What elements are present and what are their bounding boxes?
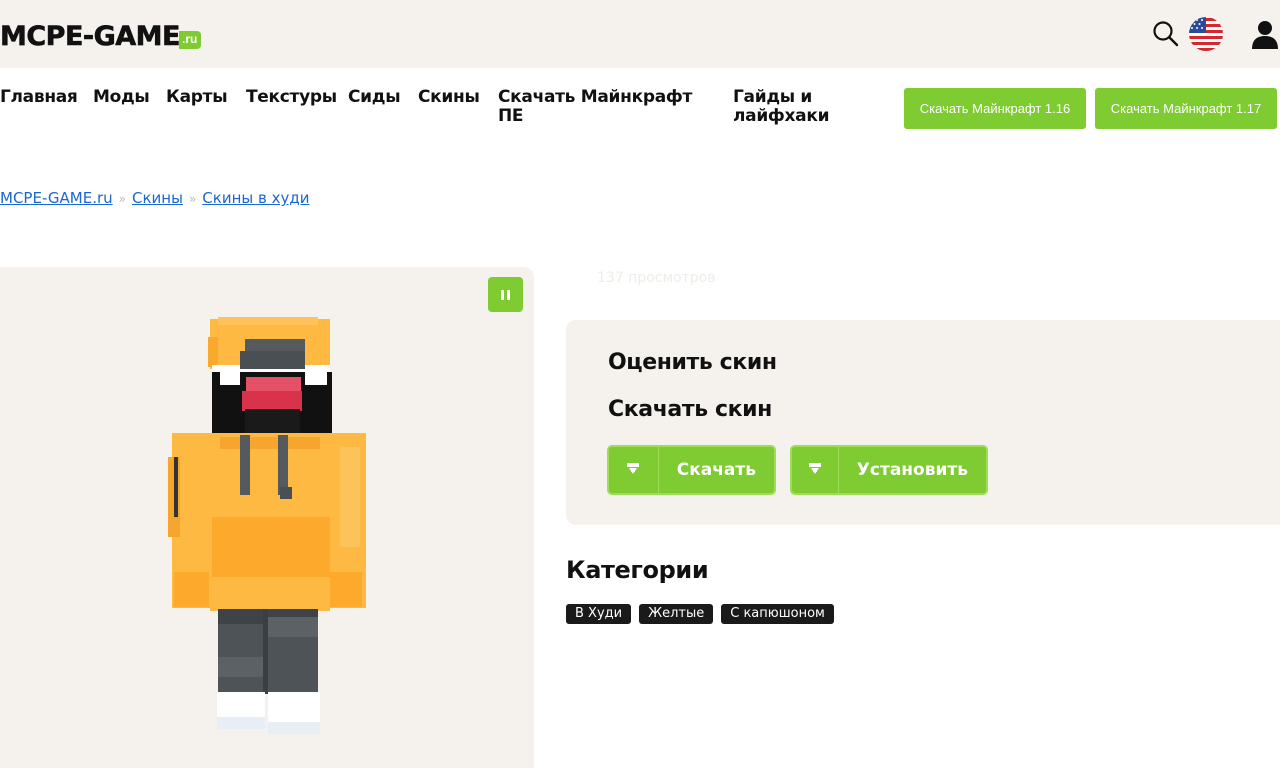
nav-item-maps[interactable]: Карты xyxy=(166,88,228,107)
pause-bar xyxy=(507,289,510,300)
download-1-17-button[interactable]: Скачать Майнкрафт 1.17 xyxy=(1095,88,1277,129)
site-logo[interactable]: MCPE-GAME .ru xyxy=(0,18,202,52)
breadcrumb-home[interactable]: MCPE-GAME.ru xyxy=(0,189,113,207)
logo-suffix: .ru xyxy=(179,31,202,49)
nav-item-textures[interactable]: Текстуры xyxy=(246,88,337,107)
search-icon[interactable] xyxy=(1152,20,1180,48)
nav-item-home[interactable]: Главная xyxy=(0,88,78,107)
download-button-label: Скачать xyxy=(676,460,756,480)
pause-bar xyxy=(501,289,504,300)
download-skin-title: Скачать скин xyxy=(608,397,772,422)
breadcrumb-hoodie-skins[interactable]: Скины в худи xyxy=(202,189,309,207)
skin-3d-model[interactable] xyxy=(160,317,370,747)
user-icon[interactable] xyxy=(1250,19,1280,49)
category-tags: В Худи Желтые С капюшоном xyxy=(566,604,834,624)
categories-title: Категории xyxy=(566,556,709,584)
pause-icon[interactable] xyxy=(488,277,523,312)
rate-skin-title: Оценить скин xyxy=(608,350,777,375)
download-1-16-button[interactable]: Скачать Майнкрафт 1.16 xyxy=(904,88,1086,129)
download-arrow-icon xyxy=(609,447,659,493)
download-button[interactable]: Скачать xyxy=(607,445,776,495)
nav-item-guides[interactable]: Гайды и лайфхаки xyxy=(733,88,843,126)
breadcrumb-separator: » xyxy=(118,192,126,206)
main-nav: Главная Моды Карты Текстуры Сиды Скины С… xyxy=(0,88,1280,138)
breadcrumb-skins[interactable]: Скины xyxy=(132,189,183,207)
logo-text: MCPE-GAME xyxy=(0,21,181,52)
skin-actions-card: Оценить скин Скачать скин Скачать Устано… xyxy=(566,320,1280,525)
nav-item-seeds[interactable]: Сиды xyxy=(348,88,401,107)
category-tag[interactable]: Желтые xyxy=(639,604,714,624)
breadcrumb: MCPE-GAME.ru » Скины » Скины в худи xyxy=(0,189,309,207)
install-arrow-icon xyxy=(792,447,839,493)
skin-preview-panel[interactable] xyxy=(0,267,534,768)
category-tag[interactable]: С капюшоном xyxy=(721,604,834,624)
category-tag[interactable]: В Худи xyxy=(566,604,632,624)
nav-item-mods[interactable]: Моды xyxy=(93,88,150,107)
nav-item-skins[interactable]: Скины xyxy=(418,88,480,107)
breadcrumb-separator: » xyxy=(188,192,197,206)
nav-item-download-mcpe[interactable]: Скачать Майнкрафт ПЕ xyxy=(498,88,708,126)
install-button[interactable]: Установить xyxy=(790,445,988,495)
views-count: 137 просмотров xyxy=(597,270,716,286)
install-button-label: Установить xyxy=(856,460,968,480)
header-icons xyxy=(1150,14,1280,54)
header: MCPE-GAME .ru xyxy=(0,0,1280,68)
us-flag-icon[interactable] xyxy=(1188,16,1224,52)
